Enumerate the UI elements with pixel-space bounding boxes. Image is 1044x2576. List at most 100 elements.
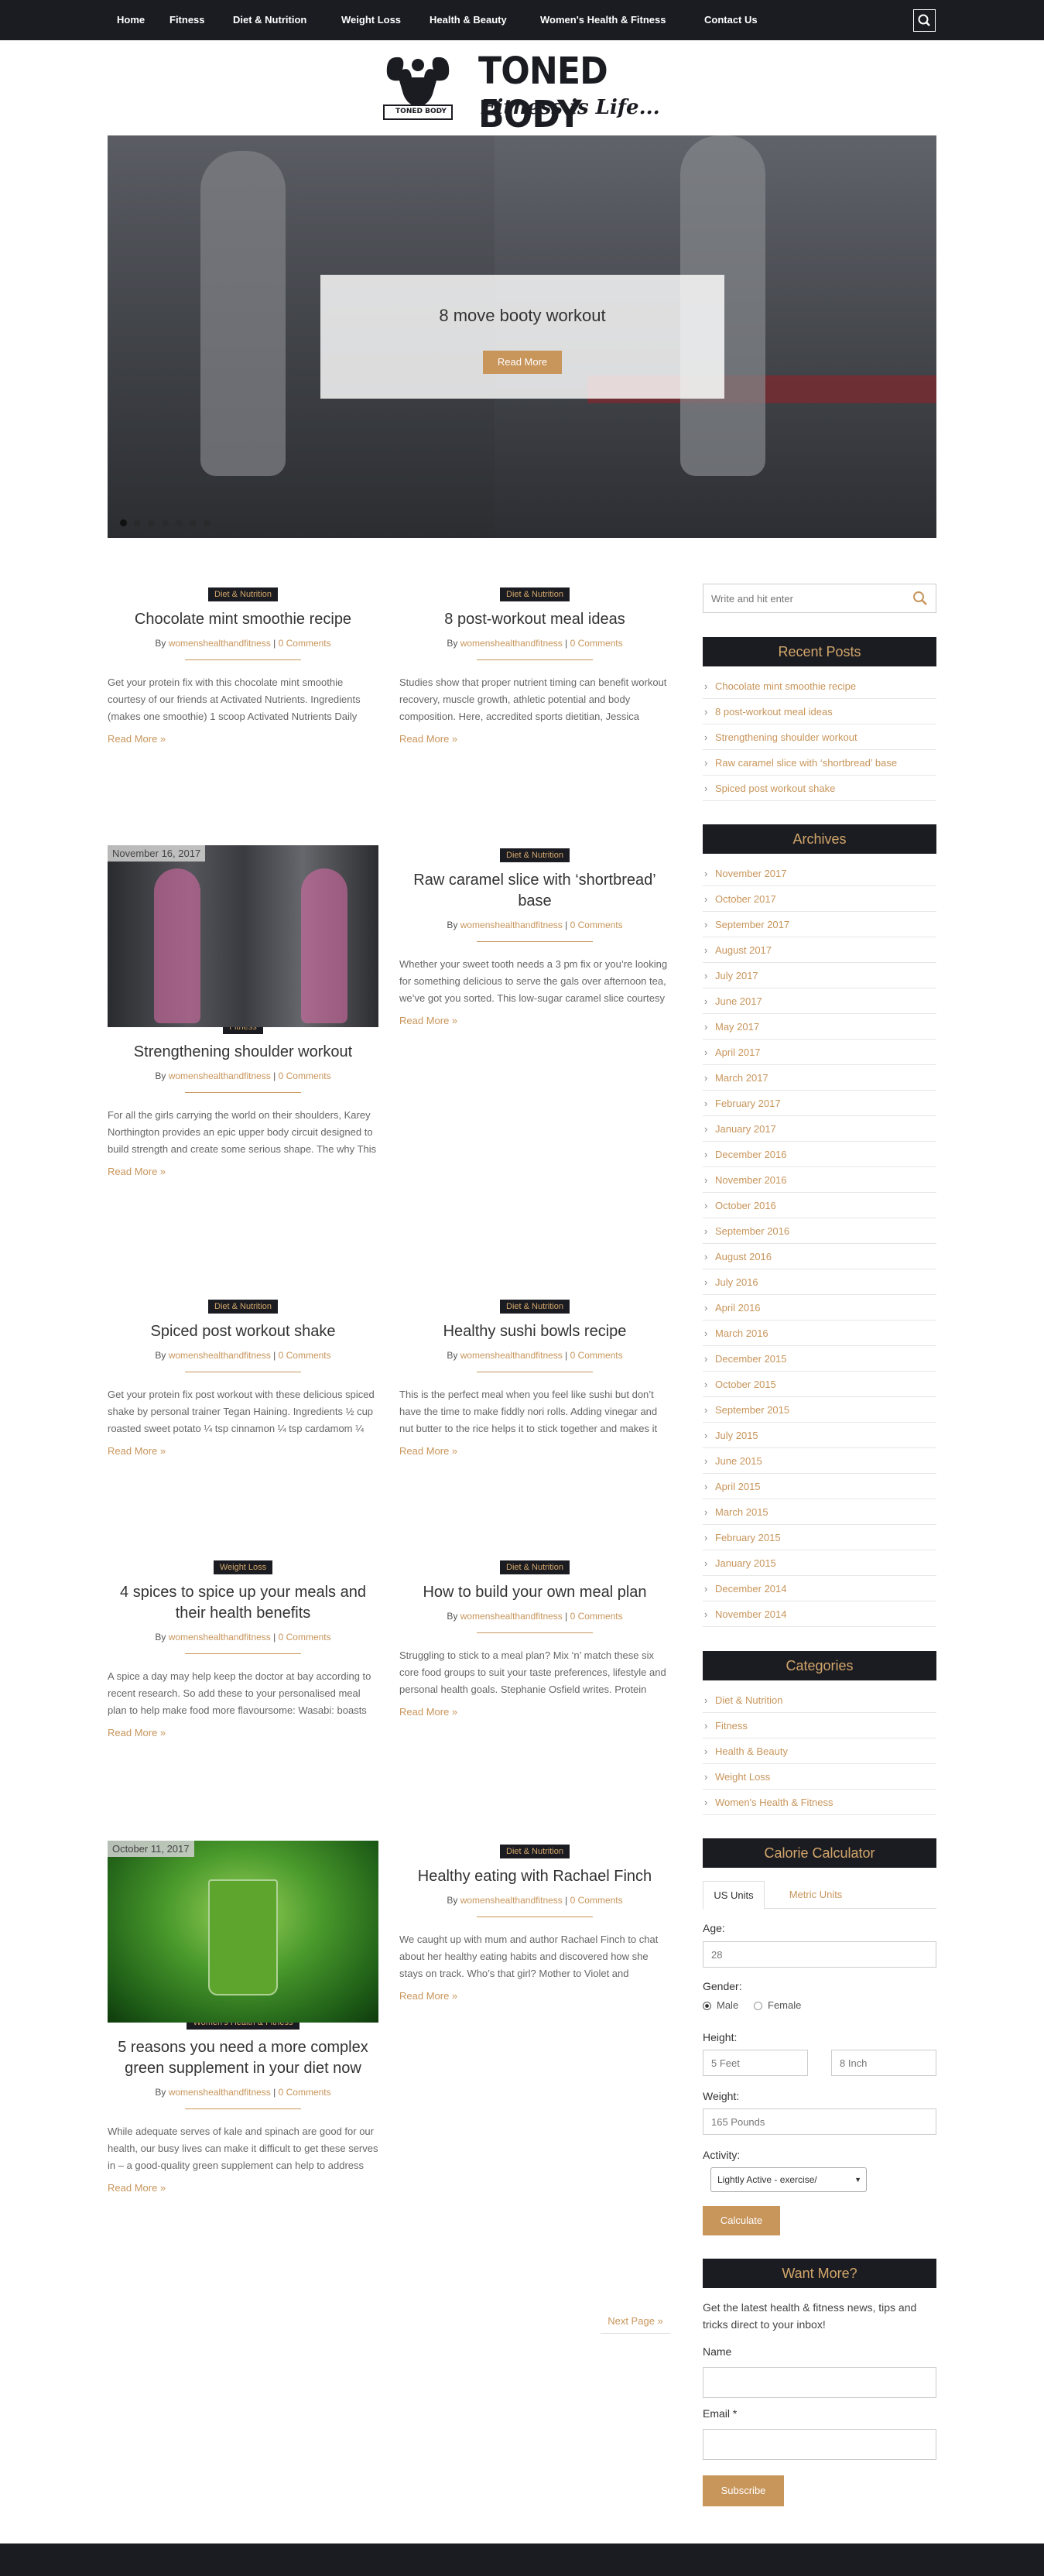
- archive-link[interactable]: December 2014: [703, 1576, 936, 1601]
- slider-dot[interactable]: [190, 519, 197, 526]
- archive-link[interactable]: July 2016: [703, 1269, 936, 1295]
- search-icon[interactable]: [911, 589, 929, 608]
- post-category-badge[interactable]: Diet & Nutrition: [500, 1845, 570, 1858]
- archive-link[interactable]: March 2016: [703, 1321, 936, 1346]
- name-input[interactable]: [703, 2367, 936, 2398]
- post-comments-link[interactable]: 0 Comments: [570, 1895, 623, 1906]
- post-title[interactable]: Healthy eating with Rachael Finch: [399, 1866, 670, 1887]
- slider-dot[interactable]: [148, 519, 155, 526]
- nav-weight-loss[interactable]: Weight Loss: [341, 0, 401, 40]
- post-title[interactable]: Spiced post workout shake: [108, 1321, 378, 1342]
- post-comments-link[interactable]: 0 Comments: [570, 1350, 623, 1361]
- archive-link[interactable]: February 2015: [703, 1525, 936, 1550]
- post-comments-link[interactable]: 0 Comments: [570, 920, 623, 930]
- archive-link[interactable]: January 2017: [703, 1116, 936, 1142]
- height-inch-input[interactable]: 8 Inch: [831, 2050, 936, 2076]
- post-comments-link[interactable]: 0 Comments: [279, 1350, 331, 1361]
- slider-dot[interactable]: [162, 519, 169, 526]
- hero-read-more-button[interactable]: Read More: [483, 351, 562, 374]
- email-input[interactable]: [703, 2429, 936, 2460]
- sidebar-search[interactable]: [703, 584, 936, 613]
- post-category-badge[interactable]: Diet & Nutrition: [208, 1300, 278, 1314]
- post-title[interactable]: Chocolate mint smoothie recipe: [108, 609, 378, 630]
- post-comments-link[interactable]: 0 Comments: [570, 1611, 623, 1622]
- category-link[interactable]: Women's Health & Fitness: [703, 1790, 936, 1815]
- gender-male-radio[interactable]: [703, 2002, 711, 2010]
- nav-health-beauty[interactable]: Health & Beauty: [430, 0, 507, 40]
- archive-link[interactable]: November 2017: [703, 861, 936, 886]
- category-link[interactable]: Weight Loss: [703, 1764, 936, 1790]
- post-title[interactable]: 5 reasons you need a more complex green …: [108, 2037, 378, 2079]
- archive-link[interactable]: August 2016: [703, 1244, 936, 1269]
- archive-link[interactable]: November 2016: [703, 1167, 936, 1193]
- height-feet-input[interactable]: 5 Feet: [703, 2050, 808, 2076]
- read-more-link[interactable]: Read More »: [108, 733, 378, 745]
- post-comments-link[interactable]: 0 Comments: [279, 2087, 331, 2098]
- post-title[interactable]: Raw caramel slice with ‘shortbread’ base: [399, 870, 670, 912]
- read-more-link[interactable]: Read More »: [108, 1727, 378, 1738]
- archive-link[interactable]: October 2015: [703, 1372, 936, 1397]
- category-link[interactable]: Diet & Nutrition: [703, 1687, 936, 1713]
- tab-us-units[interactable]: US Units: [703, 1881, 765, 1910]
- post-comments-link[interactable]: 0 Comments: [570, 638, 623, 649]
- subscribe-button[interactable]: Subscribe: [703, 2475, 784, 2506]
- read-more-link[interactable]: Read More »: [108, 1166, 378, 1177]
- archive-link[interactable]: January 2015: [703, 1550, 936, 1576]
- read-more-link[interactable]: Read More »: [399, 1015, 670, 1026]
- hero-slider[interactable]: 8 move booty workout Read More: [108, 135, 936, 538]
- category-link[interactable]: Fitness: [703, 1713, 936, 1738]
- archive-link[interactable]: September 2016: [703, 1218, 936, 1244]
- archive-link[interactable]: December 2016: [703, 1142, 936, 1167]
- read-more-link[interactable]: Read More »: [108, 2182, 378, 2194]
- recent-post-link[interactable]: 8 post-workout meal ideas: [703, 699, 936, 724]
- category-link[interactable]: Health & Beauty: [703, 1738, 936, 1764]
- age-input[interactable]: 28: [703, 1941, 936, 1968]
- post-thumbnail[interactable]: October 11, 2017: [108, 1841, 378, 2023]
- sidebar-search-input[interactable]: [703, 584, 897, 612]
- nav-home[interactable]: Home: [117, 0, 145, 40]
- post-author-link[interactable]: womenshealthandfitness: [169, 2087, 271, 2098]
- nav-search-button[interactable]: [913, 9, 936, 32]
- nav-fitness[interactable]: Fitness: [169, 0, 205, 40]
- site-logo[interactable]: TONED BODY TONED BODY Fitness is Life...: [371, 46, 681, 136]
- archive-link[interactable]: February 2017: [703, 1091, 936, 1116]
- post-title[interactable]: How to build your own meal plan: [399, 1582, 670, 1603]
- post-title[interactable]: Strengthening shoulder workout: [108, 1042, 378, 1063]
- post-thumbnail[interactable]: November 16, 2017: [108, 845, 378, 1027]
- archive-link[interactable]: March 2015: [703, 1499, 936, 1525]
- post-comments-link[interactable]: 0 Comments: [279, 638, 331, 649]
- archive-link[interactable]: May 2017: [703, 1014, 936, 1040]
- recent-post-link[interactable]: Spiced post workout shake: [703, 776, 936, 801]
- archive-link[interactable]: October 2016: [703, 1193, 936, 1218]
- slider-dot[interactable]: [134, 519, 141, 526]
- gender-female-radio[interactable]: [754, 2002, 762, 2010]
- read-more-link[interactable]: Read More »: [399, 1445, 670, 1457]
- archive-link[interactable]: April 2017: [703, 1040, 936, 1065]
- post-author-link[interactable]: womenshealthandfitness: [460, 920, 563, 930]
- post-category-badge[interactable]: Diet & Nutrition: [500, 587, 570, 601]
- post-category-badge[interactable]: Weight Loss: [213, 1560, 273, 1574]
- post-category-badge[interactable]: Diet & Nutrition: [500, 848, 570, 862]
- post-author-link[interactable]: womenshealthandfitness: [460, 1611, 563, 1622]
- calculate-button[interactable]: Calculate: [703, 2206, 780, 2235]
- slider-dot[interactable]: [120, 519, 127, 526]
- post-category-badge[interactable]: Diet & Nutrition: [500, 1300, 570, 1314]
- activity-select[interactable]: Lightly Active - exercise/ ▼: [710, 2167, 867, 2192]
- post-title[interactable]: 8 post-workout meal ideas: [399, 609, 670, 630]
- archive-link[interactable]: September 2017: [703, 912, 936, 937]
- post-author-link[interactable]: womenshealthandfitness: [460, 638, 563, 649]
- archive-link[interactable]: June 2017: [703, 988, 936, 1014]
- recent-post-link[interactable]: Raw caramel slice with ‘shortbread’ base: [703, 750, 936, 776]
- nav-contact-us[interactable]: Contact Us: [704, 0, 758, 40]
- read-more-link[interactable]: Read More »: [399, 1990, 670, 2002]
- recent-post-link[interactable]: Strengthening shoulder workout: [703, 724, 936, 750]
- post-category-badge[interactable]: Diet & Nutrition: [500, 1560, 570, 1574]
- archive-link[interactable]: July 2017: [703, 963, 936, 988]
- nav-diet-nutrition[interactable]: Diet & Nutrition: [233, 0, 306, 40]
- post-author-link[interactable]: womenshealthandfitness: [460, 1895, 563, 1906]
- next-page-link[interactable]: Next Page »: [601, 2314, 670, 2334]
- archive-link[interactable]: November 2014: [703, 1601, 936, 1627]
- post-title[interactable]: Healthy sushi bowls recipe: [399, 1321, 670, 1342]
- archive-link[interactable]: July 2015: [703, 1423, 936, 1448]
- archive-link[interactable]: March 2017: [703, 1065, 936, 1091]
